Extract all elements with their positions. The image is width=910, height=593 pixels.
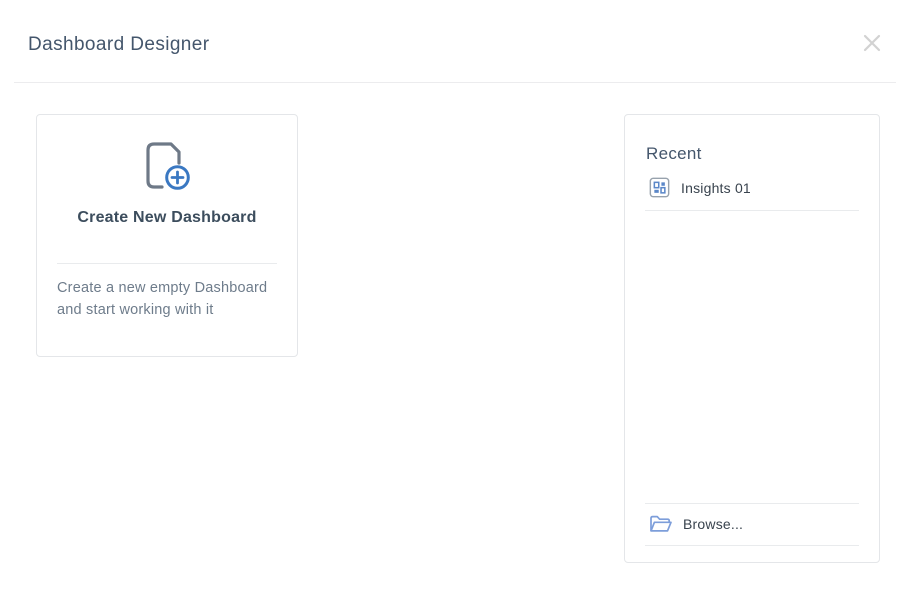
recent-panel-title: Recent — [646, 144, 859, 164]
create-new-dashboard-card[interactable]: Create New Dashboard Create a new empty … — [36, 114, 298, 357]
document-add-icon — [37, 140, 297, 192]
recent-item-label: Insights 01 — [681, 180, 751, 196]
recent-item[interactable]: Insights 01 — [645, 168, 859, 211]
panel-bottom-section: Browse... — [645, 503, 859, 546]
recent-list: Insights 01 — [645, 168, 859, 211]
create-card-title: Create New Dashboard — [37, 209, 297, 227]
close-button[interactable] — [858, 29, 886, 57]
create-card-description: Create a new empty Dashboard and start w… — [57, 277, 275, 321]
recent-panel: Recent Insights 01 Browse... — [624, 114, 880, 563]
dashboard-tiles-icon — [649, 177, 670, 198]
open-folder-icon — [649, 514, 672, 534]
browse-button[interactable]: Browse... — [645, 503, 859, 546]
close-icon — [861, 32, 883, 54]
panel-spacer — [625, 211, 879, 503]
dialog-title: Dashboard Designer — [28, 34, 209, 56]
header-divider — [14, 82, 896, 83]
browse-label: Browse... — [683, 516, 743, 532]
create-card-divider — [57, 263, 277, 264]
